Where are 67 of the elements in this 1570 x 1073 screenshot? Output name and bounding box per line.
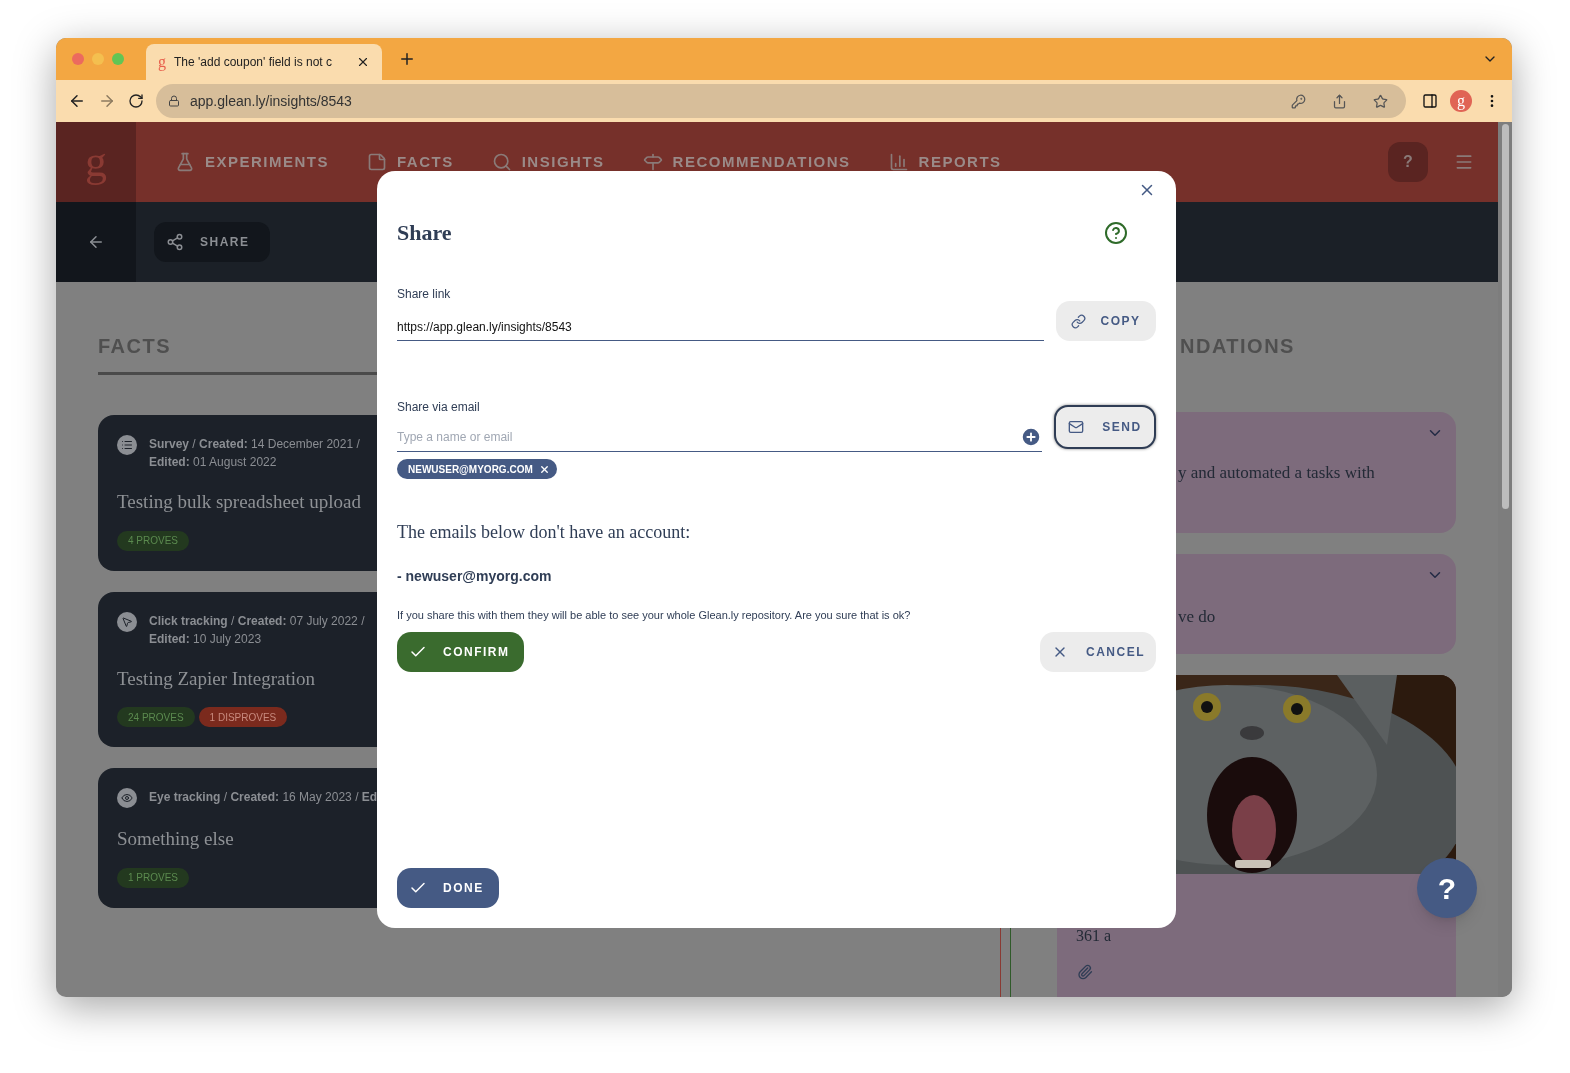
done-button[interactable]: DONE bbox=[397, 868, 499, 908]
nav-item[interactable]: FACTS bbox=[367, 150, 454, 174]
scrollbar[interactable] bbox=[1498, 122, 1512, 997]
menu-icon[interactable] bbox=[1454, 152, 1474, 172]
forward-icon[interactable] bbox=[98, 92, 116, 110]
share-link-field[interactable]: https://app.glean.ly/insights/8543 bbox=[397, 313, 1044, 341]
lock-icon bbox=[168, 95, 180, 107]
copy-button[interactable]: COPY bbox=[1056, 301, 1156, 341]
back-tile[interactable] bbox=[56, 202, 136, 282]
add-icon[interactable] bbox=[1020, 425, 1042, 448]
fact-title: Testing bulk spreadsheet upload bbox=[117, 490, 363, 514]
remove-icon[interactable] bbox=[538, 463, 550, 475]
reload-icon[interactable] bbox=[128, 93, 144, 109]
url-text: app.glean.ly/insights/8543 bbox=[190, 91, 353, 111]
link-icon bbox=[1071, 313, 1087, 329]
fact-meta: Edited: 10 July 2023 bbox=[149, 630, 263, 648]
fact-meta: Click tracking / Created: 07 July 2022 / bbox=[149, 612, 365, 630]
nav-icon bbox=[888, 152, 909, 172]
evidence-badge: 4 PROVES bbox=[117, 530, 190, 551]
nav-item[interactable]: REPORTS bbox=[888, 150, 1002, 174]
field-label: Share via email bbox=[397, 399, 481, 416]
tab-title: The 'add coupon' field is not c bbox=[174, 54, 333, 71]
fact-type-icon bbox=[117, 611, 137, 632]
evidence-badge: 1 PROVES bbox=[117, 867, 190, 888]
email-chip[interactable]: NEWUSER@MYORG.COM bbox=[397, 459, 557, 479]
fact-meta: Eye tracking / Created: 16 May 2023 / Ed bbox=[149, 789, 378, 806]
recommendation-text: 361 a bbox=[1076, 926, 1113, 946]
new-tab-icon[interactable] bbox=[398, 50, 416, 68]
fact-type-icon bbox=[117, 788, 137, 808]
back-icon bbox=[87, 233, 105, 251]
fact-meta: Survey / Created: 14 December 2021 / bbox=[149, 436, 360, 453]
key-icon[interactable] bbox=[1291, 93, 1306, 109]
star-icon[interactable] bbox=[1373, 93, 1388, 109]
nav-icon bbox=[642, 152, 663, 172]
fact-meta: Edited: 01 August 2022 bbox=[149, 454, 278, 471]
tab-favicon-icon: g bbox=[158, 54, 166, 70]
help-button[interactable]: ? bbox=[1388, 142, 1428, 182]
confirm-button[interactable]: CONFIRM bbox=[397, 631, 524, 672]
evidence-badge: 24 PROVES bbox=[117, 707, 195, 727]
share-button[interactable]: SHARE bbox=[154, 222, 270, 262]
fact-title: Testing Zapier Integration bbox=[117, 666, 317, 691]
nav-icon bbox=[491, 152, 512, 172]
dialog-title: Share bbox=[397, 219, 452, 247]
paperclip-icon[interactable] bbox=[1077, 964, 1093, 980]
fact-type-icon bbox=[117, 435, 137, 455]
nav-icon bbox=[367, 152, 388, 172]
nav-icon bbox=[175, 152, 195, 172]
mail-icon bbox=[1068, 419, 1085, 435]
evidence-badge: 1 DISPROVES bbox=[198, 707, 288, 727]
field-label: Share link bbox=[397, 286, 452, 303]
recommendation-text: y and automated a tasks with bbox=[1177, 462, 1376, 484]
address-bar[interactable]: app.glean.ly/insights/8543 bbox=[156, 84, 1406, 118]
close-icon[interactable] bbox=[356, 55, 370, 69]
back-icon[interactable] bbox=[68, 92, 86, 110]
help-icon[interactable] bbox=[1104, 220, 1128, 245]
recommendation-text: ve do bbox=[1177, 606, 1217, 628]
nav-item[interactable]: EXPERIMENTS bbox=[175, 150, 330, 174]
share-icon[interactable] bbox=[1332, 93, 1347, 109]
send-button[interactable]: SEND bbox=[1054, 405, 1156, 449]
nav-item[interactable]: RECOMMENDATIONS bbox=[642, 150, 851, 174]
sidebar-icon[interactable] bbox=[1422, 93, 1438, 109]
browser-tab[interactable]: g The 'add coupon' field is not c bbox=[146, 44, 382, 80]
cancel-button[interactable]: CANCEL bbox=[1040, 631, 1156, 672]
nav-item[interactable]: INSIGHTS bbox=[491, 150, 605, 174]
profile-avatar[interactable]: g bbox=[1450, 90, 1472, 112]
share-icon bbox=[166, 233, 184, 251]
fact-title: Something else bbox=[117, 827, 235, 851]
